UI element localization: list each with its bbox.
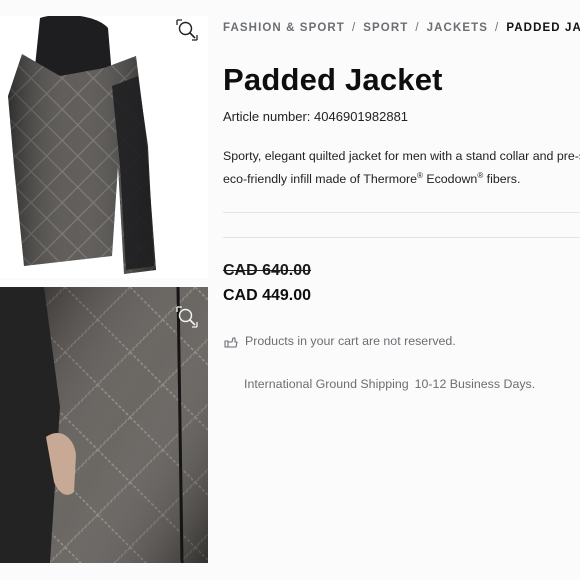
description-text: fibers. — [483, 172, 521, 187]
product-image-back-view[interactable] — [0, 16, 208, 278]
zoom-button-image-1[interactable] — [174, 17, 200, 43]
divider — [223, 237, 580, 238]
shipping-info: International Ground Shipping 10-12 Busin… — [244, 377, 535, 391]
product-info-panel: FASHION & SPORT / SPORT / JACKETS / PADDED JAC… — [223, 0, 580, 580]
divider — [223, 212, 580, 213]
breadcrumb-current: PADDED JACKET — [506, 22, 580, 34]
product-description: Sporty, elegant quilted jacket for men w… — [223, 146, 580, 189]
breadcrumb-separator: / — [351, 22, 357, 34]
breadcrumb-separator: / — [495, 22, 500, 34]
sale-price: CAD 449.00 — [223, 287, 312, 304]
breadcrumb-link-fashion-sport[interactable]: FASHION & SPORT — [223, 22, 345, 34]
shipping-label: International Ground Shipping — [244, 377, 409, 391]
article-number-label: Article number: — [223, 109, 311, 124]
zoom-icon — [176, 19, 198, 41]
jacket-back-illustration — [8, 16, 156, 274]
hand-icon — [224, 337, 238, 348]
breadcrumb-link-jackets[interactable]: JACKETS — [427, 22, 488, 34]
breadcrumb: FASHION & SPORT / SPORT / JACKETS / PADDED JAC… — [223, 22, 580, 34]
cart-note-text: Products in your cart are not reserved. — [245, 334, 456, 348]
zoom-icon — [176, 306, 198, 328]
cart-reservation-note: Products in your cart are not reserved. — [223, 333, 456, 349]
description-text: eco-friendly infill made of Thermore — [223, 172, 417, 187]
product-gallery — [0, 0, 208, 580]
article-number-value: 4046901982881 — [314, 109, 409, 124]
description-line-1: Sporty, elegant quilted jacket for men w… — [223, 149, 580, 163]
description-line-2: eco-friendly infill made of Thermore® Ec… — [223, 166, 580, 189]
zoom-button-image-2[interactable] — [174, 304, 200, 330]
shipping-time: 10-12 Business Days. — [414, 377, 536, 391]
breadcrumb-link-sport[interactable]: SPORT — [363, 22, 408, 34]
original-price: CAD 640.00 — [223, 262, 312, 279]
description-text: Ecodown — [422, 172, 478, 187]
breadcrumb-separator: / — [415, 22, 420, 34]
product-title: Padded Jacket — [223, 62, 443, 97]
article-number: Article number: 4046901982881 — [223, 109, 408, 124]
